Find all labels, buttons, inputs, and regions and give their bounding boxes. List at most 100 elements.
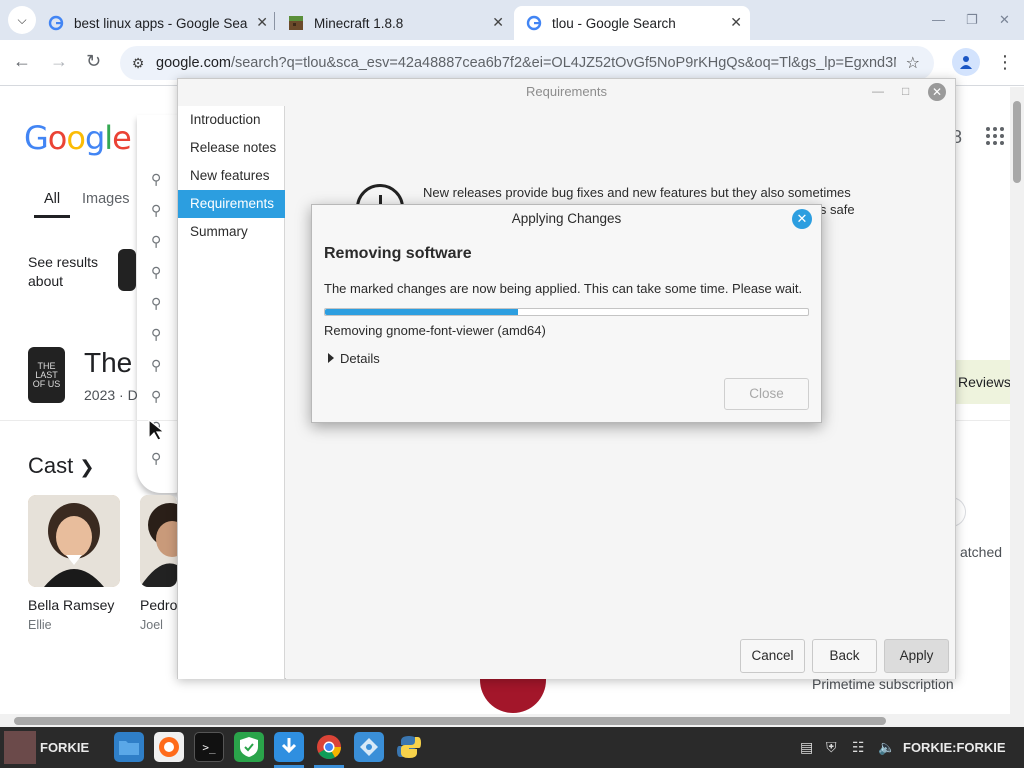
- cast-name[interactable]: Pedro: [140, 597, 177, 613]
- knowledge-panel-subtitle: 2023 · D: [84, 387, 138, 403]
- poster-thumbnail[interactable]: [118, 249, 136, 291]
- tab-images[interactable]: Images: [82, 191, 130, 207]
- close-tab-icon[interactable]: ✕: [730, 14, 742, 31]
- files-icon[interactable]: [114, 732, 144, 762]
- sidebar-item-requirements[interactable]: Requirements: [178, 190, 285, 218]
- suggestion-search-icon[interactable]: ⚲: [151, 295, 161, 312]
- back-arrow-icon[interactable]: ←: [13, 51, 31, 72]
- tab-title: Minecraft 1.8.8: [314, 15, 404, 31]
- back-button[interactable]: Back: [812, 639, 877, 673]
- network-icon[interactable]: ☷: [852, 739, 865, 756]
- details-expander[interactable]: Details: [328, 351, 380, 366]
- firefox-icon[interactable]: [154, 732, 184, 762]
- close-icon[interactable]: ✕: [928, 83, 946, 101]
- cast-role: Ellie: [28, 618, 52, 632]
- sidebar-item-release-notes[interactable]: Release notes: [178, 134, 285, 162]
- suggestion-search-icon[interactable]: ⚲: [151, 357, 161, 374]
- volume-icon[interactable]: 🔈: [878, 739, 895, 756]
- browser-tab-bar: ⌵ best linux apps - Google Sea ✕ Minecra…: [0, 0, 1024, 40]
- sidebar-item-new-features[interactable]: New features: [178, 162, 285, 190]
- terminal-icon[interactable]: >_: [194, 732, 224, 762]
- tab-tlou-google-search[interactable]: tlou - Google Search ✕: [514, 6, 750, 40]
- apply-button[interactable]: Apply: [884, 639, 949, 673]
- expand-triangle-icon: [328, 353, 334, 363]
- google-icon: [526, 15, 542, 31]
- cast-name[interactable]: Bella Ramsey: [28, 597, 114, 613]
- scrollbar-thumb[interactable]: [14, 717, 886, 725]
- taskbar: FORKIE >_ ▤ ⛨ ☷ 🔈 FORKIE:FORKIE: [0, 727, 1024, 768]
- tab-separator: [274, 12, 275, 30]
- suggestion-search-icon[interactable]: ⚲: [151, 264, 161, 281]
- cast-label: Cast: [28, 453, 74, 478]
- close-icon[interactable]: ✕: [792, 209, 812, 229]
- url-text: google.com/search?q=tlou&sca_esv=42a4888…: [156, 55, 896, 71]
- profile-avatar[interactable]: [952, 48, 980, 76]
- google-icon: [48, 15, 64, 31]
- close-tab-icon[interactable]: ✕: [492, 14, 504, 31]
- url-path: /search?q=tlou&sca_esv=42a48887cea6b7f2&…: [230, 55, 896, 71]
- details-label: Details: [340, 351, 380, 366]
- chevron-right-icon: ❯: [79, 457, 95, 477]
- session-label[interactable]: FORKIE:FORKIE: [903, 740, 1006, 755]
- vertical-scrollbar[interactable]: [1010, 87, 1024, 714]
- forward-arrow-icon[interactable]: →: [50, 51, 68, 72]
- horizontal-scrollbar[interactable]: [0, 714, 1024, 727]
- knowledge-panel-title: The: [84, 347, 133, 378]
- vpn-icon[interactable]: [354, 732, 384, 762]
- poster-image[interactable]: THE LAST OF US: [28, 347, 65, 403]
- see-results-about[interactable]: See results about: [28, 253, 108, 291]
- site-info-icon[interactable]: ⚙: [120, 55, 156, 72]
- bookmark-star-icon[interactable]: ☆: [906, 53, 920, 73]
- minimize-icon[interactable]: —: [932, 12, 945, 27]
- cancel-button[interactable]: Cancel: [740, 639, 805, 673]
- download-icon[interactable]: [274, 732, 304, 762]
- wizard-sidebar: Introduction Release notes New features …: [178, 106, 285, 679]
- restore-icon[interactable]: ❐: [966, 12, 978, 28]
- close-tab-icon[interactable]: ✕: [256, 14, 268, 31]
- sidebar-item-summary[interactable]: Summary: [178, 218, 285, 246]
- suggestion-search-icon[interactable]: ⚲: [151, 450, 161, 467]
- cast-photo[interactable]: [28, 495, 120, 587]
- close-button[interactable]: Close: [724, 378, 809, 410]
- shield-tray-icon[interactable]: ⛨: [826, 739, 837, 756]
- suggestion-search-icon[interactable]: ⚲: [151, 202, 161, 219]
- url-domain: google.com: [156, 55, 231, 71]
- user-label[interactable]: FORKIE: [40, 740, 89, 755]
- minecraft-icon: [288, 15, 304, 31]
- more-menu-icon[interactable]: ⋮: [996, 52, 1014, 73]
- suggestion-search-icon[interactable]: ⚲: [151, 326, 161, 343]
- progress-bar: [324, 308, 809, 316]
- suggestion-search-icon[interactable]: ⚲: [151, 388, 161, 405]
- tab-search-button[interactable]: ⌵: [8, 6, 36, 34]
- dialog-heading: Removing software: [324, 245, 472, 262]
- google-apps-icon[interactable]: [986, 127, 1004, 145]
- close-window-icon[interactable]: ✕: [999, 12, 1010, 28]
- scrollbar-thumb[interactable]: [1013, 101, 1021, 183]
- python-icon[interactable]: [394, 732, 424, 762]
- cast-role: Joel: [140, 618, 163, 632]
- minimize-icon[interactable]: —: [872, 84, 884, 98]
- person-icon: [960, 56, 972, 69]
- tab-title: best linux apps - Google Sea: [74, 15, 248, 31]
- cast-heading[interactable]: Cast ❯: [28, 453, 94, 479]
- play-button[interactable]: [480, 679, 546, 713]
- maximize-icon[interactable]: □: [902, 84, 909, 98]
- suggestion-search-icon[interactable]: ⚲: [151, 171, 161, 188]
- progress-fill: [325, 309, 519, 315]
- user-avatar[interactable]: [4, 731, 36, 764]
- tab-best-linux-apps[interactable]: best linux apps - Google Sea ✕: [36, 6, 276, 40]
- requirements-text-line: New releases provide bug fixes and new f…: [423, 185, 851, 200]
- address-bar[interactable]: ⚙ google.com/search?q=tlou&sca_esv=42a48…: [120, 46, 934, 80]
- sidebar-item-introduction[interactable]: Introduction: [178, 106, 285, 134]
- watched-label: atched: [960, 544, 1003, 560]
- clipboard-icon[interactable]: ▤: [800, 739, 813, 756]
- tab-all[interactable]: All: [44, 191, 60, 207]
- dialog-title: Applying Changes: [511, 211, 622, 226]
- shield-icon[interactable]: [234, 732, 264, 762]
- reload-icon[interactable]: ↻: [86, 51, 101, 72]
- tab-minecraft[interactable]: Minecraft 1.8.8 ✕: [276, 6, 512, 40]
- cast-photo[interactable]: [140, 495, 177, 587]
- google-logo[interactable]: Google: [24, 119, 132, 157]
- chrome-icon[interactable]: [314, 732, 344, 762]
- suggestion-search-icon[interactable]: ⚲: [151, 233, 161, 250]
